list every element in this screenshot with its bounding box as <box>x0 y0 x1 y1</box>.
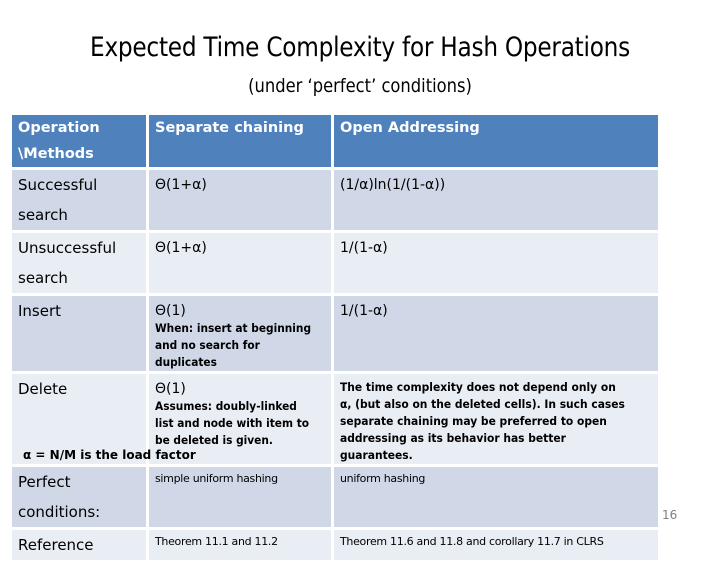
cell-open-addressing: Theorem 11.6 and 11.8 and corollary 11.7… <box>334 530 658 563</box>
table-row: Insert Θ(1) When: insert at beginning an… <box>12 296 658 374</box>
formula: 1/(1-α) <box>340 303 388 319</box>
formula: (1/α)ln(1/(1-α)) <box>340 177 446 193</box>
cell-separate-chaining: Θ(1+α) <box>149 170 334 233</box>
cell-open-addressing: uniform hashing <box>334 467 658 530</box>
formula: Θ(1+α) <box>155 177 207 193</box>
cell-operation: Insert <box>12 296 149 374</box>
formula: Θ(1+α) <box>155 240 207 256</box>
cell-open-addressing: 1/(1-α) <box>334 233 658 296</box>
cell-note: When: insert at beginning and no search … <box>155 321 312 369</box>
slide-subtitle: (under ‘perfect’ conditions) <box>248 75 472 97</box>
table-row: Perfect conditions: simple uniform hashi… <box>12 467 658 530</box>
cell-open-addressing: 1/(1-α) <box>334 296 658 374</box>
cell-separate-chaining: simple uniform hashing <box>149 467 334 530</box>
formula: 1/(1-α) <box>340 240 388 256</box>
header-separate-chaining: Separate chaining <box>149 115 334 170</box>
load-factor-footnote: α = N/M is the load factor <box>23 448 196 462</box>
table-row: Reference Theorem 11.1 and 11.2 Theorem … <box>12 530 658 563</box>
cell-operation: Successful search <box>12 170 149 233</box>
complexity-table: Operation \Methods Separate chaining Ope… <box>12 115 658 563</box>
header-operation: Operation \Methods <box>12 115 149 170</box>
table-row: Unsuccessful search Θ(1+α) 1/(1-α) <box>12 233 658 296</box>
cell-operation: Reference <box>12 530 149 563</box>
cell-operation: Perfect conditions: <box>12 467 149 530</box>
cell-operation: Unsuccessful search <box>12 233 149 296</box>
cell-open-addressing: (1/α)ln(1/(1-α)) <box>334 170 658 233</box>
cell-note: Assumes: doubly-linked list and node wit… <box>155 399 310 447</box>
cell-separate-chaining: Θ(1) When: insert at beginning and no se… <box>149 296 334 374</box>
slide-title: Expected Time Complexity for Hash Operat… <box>90 32 630 63</box>
header-open-addressing: Open Addressing <box>334 115 658 170</box>
cell-separate-chaining: Theorem 11.1 and 11.2 <box>149 530 334 563</box>
table-row: Successful search Θ(1+α) (1/α)ln(1/(1-α)… <box>12 170 658 233</box>
page-number: 16 <box>662 508 678 522</box>
cell-note: The time complexity does not depend only… <box>340 380 625 462</box>
table-header-row: Operation \Methods Separate chaining Ope… <box>12 115 658 170</box>
cell-separate-chaining: Θ(1+α) <box>149 233 334 296</box>
cell-open-addressing: The time complexity does not depend only… <box>334 374 658 467</box>
